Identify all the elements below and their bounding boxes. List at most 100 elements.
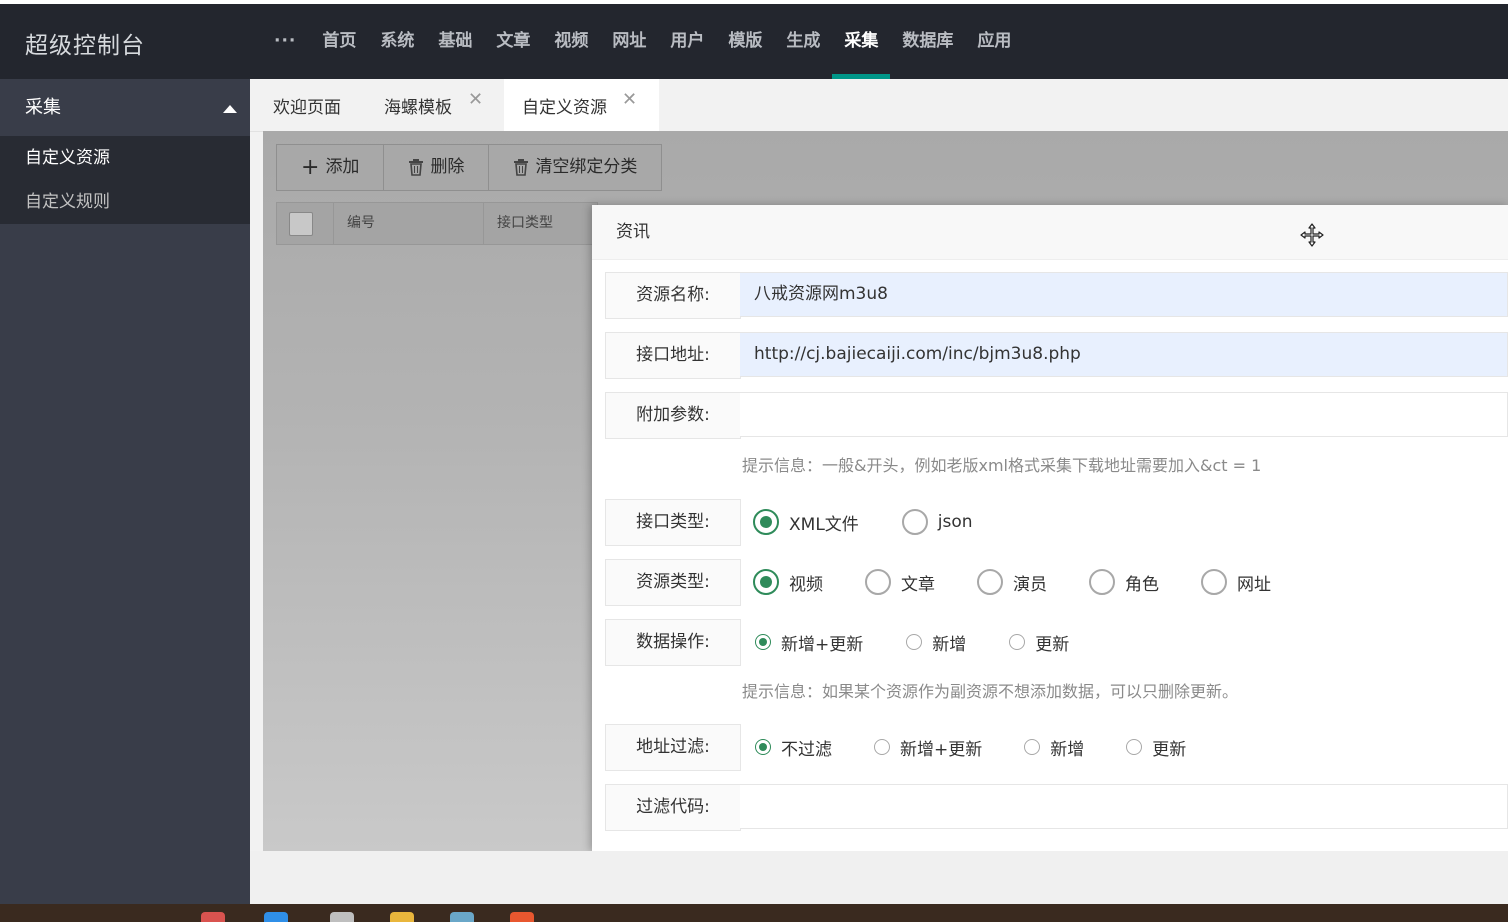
nav-item-database[interactable]: 数据库 [890, 4, 965, 79]
api-type-json-radio[interactable]: json [901, 509, 973, 535]
page-tabs: 欢迎页面 海螺模板 ✕ 自定义资源 ✕ [250, 79, 1508, 133]
select-all-checkbox[interactable] [289, 212, 313, 236]
url-filter-row: 地址过滤: 不过滤 新增+更新 新增 更新 [605, 724, 1508, 771]
radio-unchecked-icon [977, 569, 1003, 595]
caret-up-icon [223, 105, 237, 113]
nav-item-template[interactable]: 模版 [716, 4, 774, 79]
close-icon[interactable]: ✕ [622, 71, 637, 129]
nav-item-collect[interactable]: 采集 [832, 4, 891, 79]
add-button[interactable]: + 添加 [277, 145, 385, 190]
radio-label: 网址 [1237, 574, 1271, 595]
close-icon[interactable]: ✕ [468, 71, 483, 129]
sidebar-item-custom-resource[interactable]: 自定义资源 [0, 136, 250, 180]
resource-type-label: 资源类型: [605, 559, 741, 606]
tab-custom-resource[interactable]: 自定义资源 ✕ [504, 79, 659, 133]
radio-unchecked-icon [1201, 569, 1227, 595]
taskbar-app-icon[interactable] [330, 912, 354, 922]
api-type-label: 接口类型: [605, 499, 741, 546]
sidebar-item-custom-rules[interactable]: 自定义规则 [0, 180, 250, 224]
resource-type-url-radio[interactable]: 网址 [1201, 569, 1271, 595]
plus-icon: + [301, 155, 320, 180]
tab-label: 自定义资源 [522, 98, 607, 118]
url-filter-none-radio[interactable]: 不过滤 [755, 735, 832, 760]
dialog-title-bar[interactable]: 资讯 [592, 205, 1508, 260]
resource-type-article-radio[interactable]: 文章 [865, 569, 935, 595]
trash-icon [514, 159, 529, 176]
api-url-row: 接口地址: [605, 332, 1508, 379]
filter-code-label: 过滤代码: [605, 784, 741, 831]
radio-unchecked-icon [1009, 634, 1026, 650]
api-url-input[interactable] [740, 332, 1508, 377]
radio-unchecked-icon [1089, 569, 1115, 595]
filter-code-input[interactable] [740, 784, 1508, 829]
radio-checked-icon [753, 509, 779, 535]
taskbar-app-icon[interactable] [450, 912, 474, 922]
extra-params-label: 附加参数: [605, 392, 741, 439]
taskbar-folder-icon[interactable] [390, 912, 414, 922]
clear-bound-category-button[interactable]: 清空绑定分类 [489, 145, 661, 190]
nav-item-generate[interactable]: 生成 [774, 4, 832, 79]
radio-checked-icon [755, 634, 771, 650]
delete-button-label: 删除 [430, 157, 465, 177]
radio-label: 演员 [1013, 574, 1047, 595]
trash-icon [409, 159, 424, 176]
nav-item-user[interactable]: 用户 [658, 4, 716, 79]
radio-label: 新增 [932, 634, 967, 655]
radio-label: 不过滤 [781, 739, 832, 760]
url-filter-add-update-radio[interactable]: 新增+更新 [874, 735, 982, 760]
resource-type-row: 资源类型: 视频 文章 演员 角色 网址 [605, 559, 1508, 606]
url-filter-add-radio[interactable]: 新增 [1024, 735, 1084, 760]
api-type-xml-radio[interactable]: XML文件 [753, 509, 859, 535]
nav-item-video[interactable]: 视频 [542, 4, 600, 79]
resource-type-role-radio[interactable]: 角色 [1089, 569, 1159, 595]
url-filter-label: 地址过滤: [605, 724, 741, 771]
tab-welcome[interactable]: 欢迎页面 [273, 79, 341, 131]
api-url-label: 接口地址: [605, 332, 741, 379]
tab-label: 海螺模板 [384, 98, 452, 118]
resource-type-video-radio[interactable]: 视频 [753, 569, 823, 595]
data-operation-hint: 提示信息：如果某个资源作为副资源不想添加数据，可以只删除更新。 [742, 682, 1239, 701]
column-header-id[interactable]: 编号 [334, 203, 484, 244]
resource-dialog: 资讯 资源名称: 接口地址: 附加参数: 提示信息：一般&开头，例如老版xml格… [592, 205, 1508, 851]
api-type-row: 接口类型: XML文件 json [605, 499, 1508, 546]
delete-button[interactable]: 删除 [384, 145, 490, 190]
page-footer [250, 851, 1508, 904]
data-operation-label: 数据操作: [605, 619, 741, 666]
radio-checked-icon [753, 569, 779, 595]
resource-type-actor-radio[interactable]: 演员 [977, 569, 1047, 595]
resource-name-input[interactable] [740, 272, 1508, 317]
resource-type-radio-group: 视频 文章 演员 角色 网址 [753, 559, 1271, 605]
nav-item-home[interactable]: 首页 [310, 4, 368, 79]
extra-params-hint: 提示信息：一般&开头，例如老版xml格式采集下载地址需要加入&ct = 1 [742, 456, 1262, 475]
url-filter-radio-group: 不过滤 新增+更新 新增 更新 [755, 724, 1186, 770]
extra-params-row: 附加参数: [605, 392, 1508, 439]
data-operation-add-radio[interactable]: 新增 [906, 630, 966, 655]
radio-label: 新增 [1050, 739, 1085, 760]
radio-label: 更新 [1152, 739, 1187, 760]
tab-conch-template[interactable]: 海螺模板 ✕ [384, 79, 483, 131]
extra-params-input[interactable] [740, 392, 1508, 437]
data-operation-row: 数据操作: 新增+更新 新增 更新 [605, 619, 1508, 666]
column-header-api-type[interactable]: 接口类型 [484, 203, 597, 244]
nav-item-website[interactable]: 网址 [600, 4, 658, 79]
data-operation-update-radio[interactable]: 更新 [1009, 630, 1069, 655]
top-navbar: 超级控制台 ··· 首页 系统 基础 文章 视频 网址 用户 模版 生成 采集 … [0, 4, 1508, 79]
nav-more-button[interactable]: ··· [268, 4, 310, 79]
taskbar-app-icon[interactable] [201, 912, 225, 922]
move-cursor-icon [1300, 223, 1324, 247]
sidebar-submenu: 自定义资源 自定义规则 [0, 136, 250, 224]
sidebar-group-collect[interactable]: 采集 [0, 79, 250, 136]
dialog-title: 资讯 [616, 222, 650, 242]
nav-item-system[interactable]: 系统 [368, 4, 426, 79]
api-type-radio-group: XML文件 json [753, 499, 973, 545]
clear-button-label: 清空绑定分类 [535, 157, 638, 177]
data-operation-add-update-radio[interactable]: 新增+更新 [755, 630, 863, 655]
brand-title: 超级控制台 [25, 33, 145, 59]
nav-item-article[interactable]: 文章 [484, 4, 542, 79]
nav-item-apps[interactable]: 应用 [965, 4, 1023, 79]
radio-checked-icon [755, 739, 771, 755]
url-filter-update-radio[interactable]: 更新 [1126, 735, 1186, 760]
taskbar-app-icon[interactable] [510, 912, 534, 922]
nav-item-basic[interactable]: 基础 [426, 4, 484, 79]
taskbar-app-icon[interactable] [264, 912, 288, 922]
